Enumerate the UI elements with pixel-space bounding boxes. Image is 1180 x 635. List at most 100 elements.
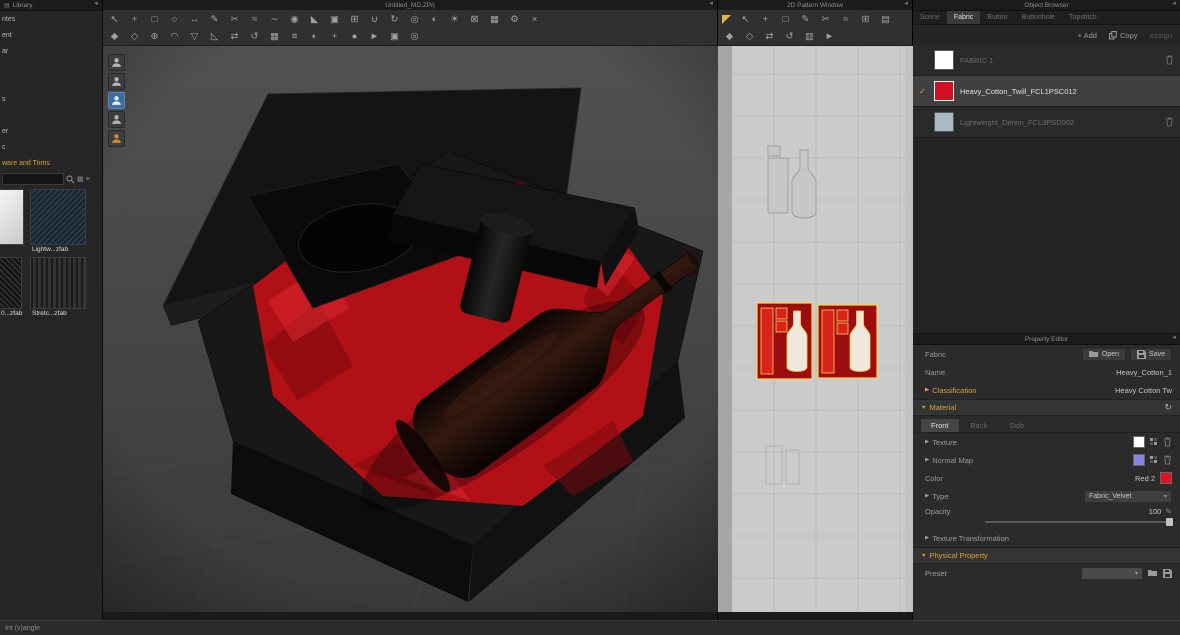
scissors-tool[interactable]: ✂ [227,12,242,27]
fabric-view-tool[interactable]: ▦ [267,29,282,44]
library-search-input[interactable] [2,173,64,185]
save-button[interactable]: Save [1130,347,1172,361]
delete-icon[interactable] [1163,455,1172,465]
outline-2d-tool[interactable]: ◇ [742,29,757,44]
search-icon[interactable] [66,175,75,184]
settings-tool[interactable]: ⚙ [507,12,522,27]
tab-topstitch[interactable]: Topstitch [1062,11,1104,24]
texture-transformation-row[interactable]: ▶ Texture Transformation [913,529,1180,547]
swap-2d-tool[interactable]: ⇄ [762,29,777,44]
texture-swatch[interactable] [1133,436,1145,448]
rotate-view-tool[interactable]: ↻ [387,12,402,27]
texture-tool[interactable]: ▦ [487,12,502,27]
sewing-tool[interactable]: ≈ [247,12,262,27]
move-tool[interactable]: + [127,12,142,27]
slider-handle[interactable] [1166,518,1173,526]
gizmo-tool[interactable]: ◇ [127,29,142,44]
fold-arrangement-tool[interactable]: ◣ [307,12,322,27]
refresh-icon[interactable]: ↻ [1164,402,1172,413]
avatar-skin-tool[interactable] [108,130,125,147]
diamond-2d-tool[interactable]: ◆ [722,29,737,44]
fabric-row[interactable]: FABRIC 1 [913,45,1180,76]
dock-arrow-icon[interactable]: ◄ [1171,335,1177,341]
type-dropdown[interactable]: Fabric_Velvet ▾ [1084,489,1172,503]
fabric-thumbnail-white[interactable] [0,189,24,245]
copy-fabric-button[interactable]: Copy [1108,30,1137,40]
arrangement-points-tool[interactable] [108,111,125,128]
fabric-thumbnail-stretch[interactable] [30,257,86,309]
library-item[interactable]: rites [0,11,102,27]
pattern-piece-red-2[interactable] [817,304,878,379]
texture-2d-tool[interactable]: ▥ [802,29,817,44]
pen-tool[interactable]: ✎ [207,12,222,27]
mirror-tool[interactable]: ⇄ [227,29,242,44]
reset-2d-tool[interactable]: ↺ [782,29,797,44]
transform-2d-tool[interactable]: + [758,12,773,27]
floppy-icon[interactable] [1163,568,1172,578]
fabric-swatch[interactable] [934,81,954,101]
fabric-row[interactable]: Lightweight_Denim_FCL3PSD002 [913,107,1180,138]
2d-pattern-canvas[interactable] [718,46,913,612]
pen-2d-tool[interactable]: ✎ [798,12,813,27]
delete-tool[interactable]: × [527,12,542,27]
delete-icon[interactable] [1163,437,1172,447]
fabric-thumbnail-dark[interactable] [0,257,22,309]
tab-button[interactable]: Button [980,11,1014,24]
grid-tool[interactable]: ⊞ [347,12,362,27]
add-tool[interactable]: + [327,29,342,44]
layer-tool[interactable]: ≡ [287,29,302,44]
2d-toggle-icon[interactable] [722,15,731,24]
library-item[interactable]: ent [0,27,102,43]
tab-side[interactable]: Side [999,419,1034,432]
pattern-tool[interactable]: ▤ [878,12,893,27]
add-point-tool[interactable]: ⊕ [147,29,162,44]
sew-2d-tool[interactable]: ≈ [838,12,853,27]
open-button[interactable]: Open [1081,347,1127,361]
assign-fabric-button[interactable]: Assign [1149,31,1172,40]
delete-icon[interactable] [1165,55,1174,65]
particle-tool[interactable]: ● [347,29,362,44]
dock-arrow-icon[interactable]: ◄ [903,1,909,7]
library-item[interactable]: s [0,91,102,107]
garment-display-tool[interactable] [108,92,125,109]
library-item[interactable]: c [0,139,102,155]
rectangle-2d-tool[interactable]: □ [778,12,793,27]
checker-icon[interactable] [1150,456,1158,464]
lasso-select-tool[interactable]: ○ [167,12,182,27]
tack-tool[interactable]: ∪ [367,12,382,27]
select-tool[interactable]: ↖ [107,12,122,27]
thumbnail-view-icon[interactable]: ▦ [77,175,84,183]
normal-map-row[interactable]: ▶ Normal Map [913,451,1180,469]
color-swatch[interactable] [1160,472,1172,484]
library-item[interactable]: er [0,123,102,139]
half-view-tool[interactable]: ◐ [307,29,322,44]
tab-fabric[interactable]: Fabric [946,11,981,24]
add-fabric-button[interactable]: + Add [1078,31,1097,40]
normal-map-swatch[interactable] [1133,454,1145,466]
cut-tool[interactable]: ✂ [818,12,833,27]
curve-tool[interactable]: ◠ [167,29,182,44]
target-tool[interactable]: ◎ [407,29,422,44]
dock-arrow-icon[interactable]: ◄ [708,1,714,7]
pin-tool[interactable]: ◉ [287,12,302,27]
pattern-piece-red-1[interactable] [756,302,813,380]
opacity-slider[interactable] [985,518,1173,526]
library-item[interactable]: ar [0,43,102,59]
list-view-icon[interactable]: ≡ [86,176,90,183]
fabric-row-selected[interactable]: ✓ Heavy_Cotton_Twill_FCL1PSC012 [913,76,1180,107]
notch-tool[interactable]: ▽ [187,29,202,44]
grid-2d-tool[interactable]: ⊞ [858,12,873,27]
checker-icon[interactable] [1150,438,1158,446]
tab-front[interactable]: Front [921,419,959,432]
pattern-3d-tool[interactable]: ▣ [387,29,402,44]
3d-scene-canvas[interactable] [102,46,719,613]
simulate-tool[interactable]: ► [367,29,382,44]
scale-tool[interactable]: ↔ [187,12,202,27]
zoom-tool[interactable]: ◎ [407,12,422,27]
classification-row[interactable]: ▶ Classification Heavy Cotton Tw [913,381,1180,399]
physical-property-section-header[interactable]: ▼ Physical Property [913,547,1180,564]
tab-back[interactable]: Back [961,419,998,432]
fabric-swatch[interactable] [934,112,954,132]
dock-arrow-icon[interactable]: ◄ [1171,1,1177,7]
tab-buttonhole[interactable]: Buttonhole [1015,11,1062,24]
